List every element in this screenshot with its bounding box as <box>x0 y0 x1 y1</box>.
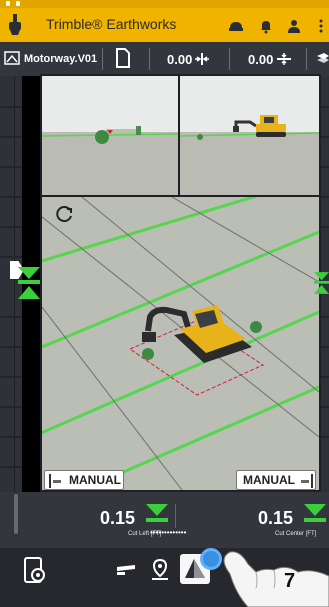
cut-center-value[interactable]: 0.15 <box>258 508 293 529</box>
step-number: 7 <box>284 570 296 592</box>
bell-icon[interactable] <box>258 18 274 34</box>
status-indicator-icon <box>6 1 10 6</box>
reset-view-icon[interactable] <box>56 205 74 223</box>
cut-left-arrow-icon <box>146 504 168 522</box>
horizontal-offset-icon <box>195 53 209 65</box>
manual-mode-right-label: MANUAL <box>243 473 295 487</box>
manual-mode-left-label: MANUAL <box>69 473 121 487</box>
toolbar-divider <box>149 48 150 70</box>
vertical-offset-value[interactable]: 0.00 <box>248 52 273 67</box>
cut-center-arrow-icon <box>304 504 326 522</box>
horizontal-offset-value[interactable]: 0.00 <box>167 52 192 67</box>
toolbar-divider <box>306 48 307 70</box>
person-icon[interactable] <box>286 18 302 34</box>
status-bar <box>0 0 329 8</box>
toolbar: Motorway.V01 0.00 0.00 <box>0 42 329 76</box>
blade-icon[interactable] <box>114 558 138 582</box>
blade-right-icon <box>301 474 313 488</box>
toolbar-divider <box>102 48 103 70</box>
cut-left-value[interactable]: 0.15 <box>100 508 135 529</box>
design-icon[interactable] <box>4 50 20 66</box>
excavator-logo-icon <box>9 14 21 35</box>
manual-mode-right-button[interactable]: MANUAL <box>236 470 316 490</box>
file-icon[interactable] <box>115 47 131 69</box>
machine-side-scene <box>180 115 319 140</box>
more-menu-icon[interactable] <box>316 18 326 34</box>
manual-mode-left-button[interactable]: MANUAL <box>44 470 124 490</box>
tap-gesture-hand-icon <box>223 551 329 607</box>
title-bar: Trimble® Earthworks <box>0 8 329 42</box>
layers-icon[interactable] <box>316 52 329 66</box>
toolbar-divider <box>229 48 230 70</box>
profile-view-right[interactable] <box>178 74 321 197</box>
vertical-offset-icon <box>277 53 291 65</box>
blade-left-icon <box>49 474 61 488</box>
plan-scene <box>42 197 319 490</box>
profile-view-left[interactable] <box>40 74 180 197</box>
right-cut-arrow-icon <box>314 272 329 294</box>
location-pin-icon[interactable] <box>148 558 172 582</box>
left-cut-arrow-icon <box>18 267 40 299</box>
touch-indicator <box>200 548 222 570</box>
design-name[interactable]: Motorway.V01 <box>24 53 97 65</box>
settings-device-icon[interactable] <box>22 556 48 586</box>
plan-3d-view[interactable]: MANUAL MANUAL <box>40 195 321 492</box>
app-title: Trimble® Earthworks <box>46 16 177 32</box>
page-indicator: ••••••••••••• <box>150 528 187 537</box>
bottom-nav: 7 <box>0 548 329 607</box>
status-indicator-icon <box>16 1 20 6</box>
profile-scene <box>42 126 178 144</box>
readout-drag-handle[interactable] <box>14 494 18 534</box>
machine-icon[interactable] <box>228 18 244 34</box>
cut-center-label: Cut Center [FT] <box>275 531 317 537</box>
